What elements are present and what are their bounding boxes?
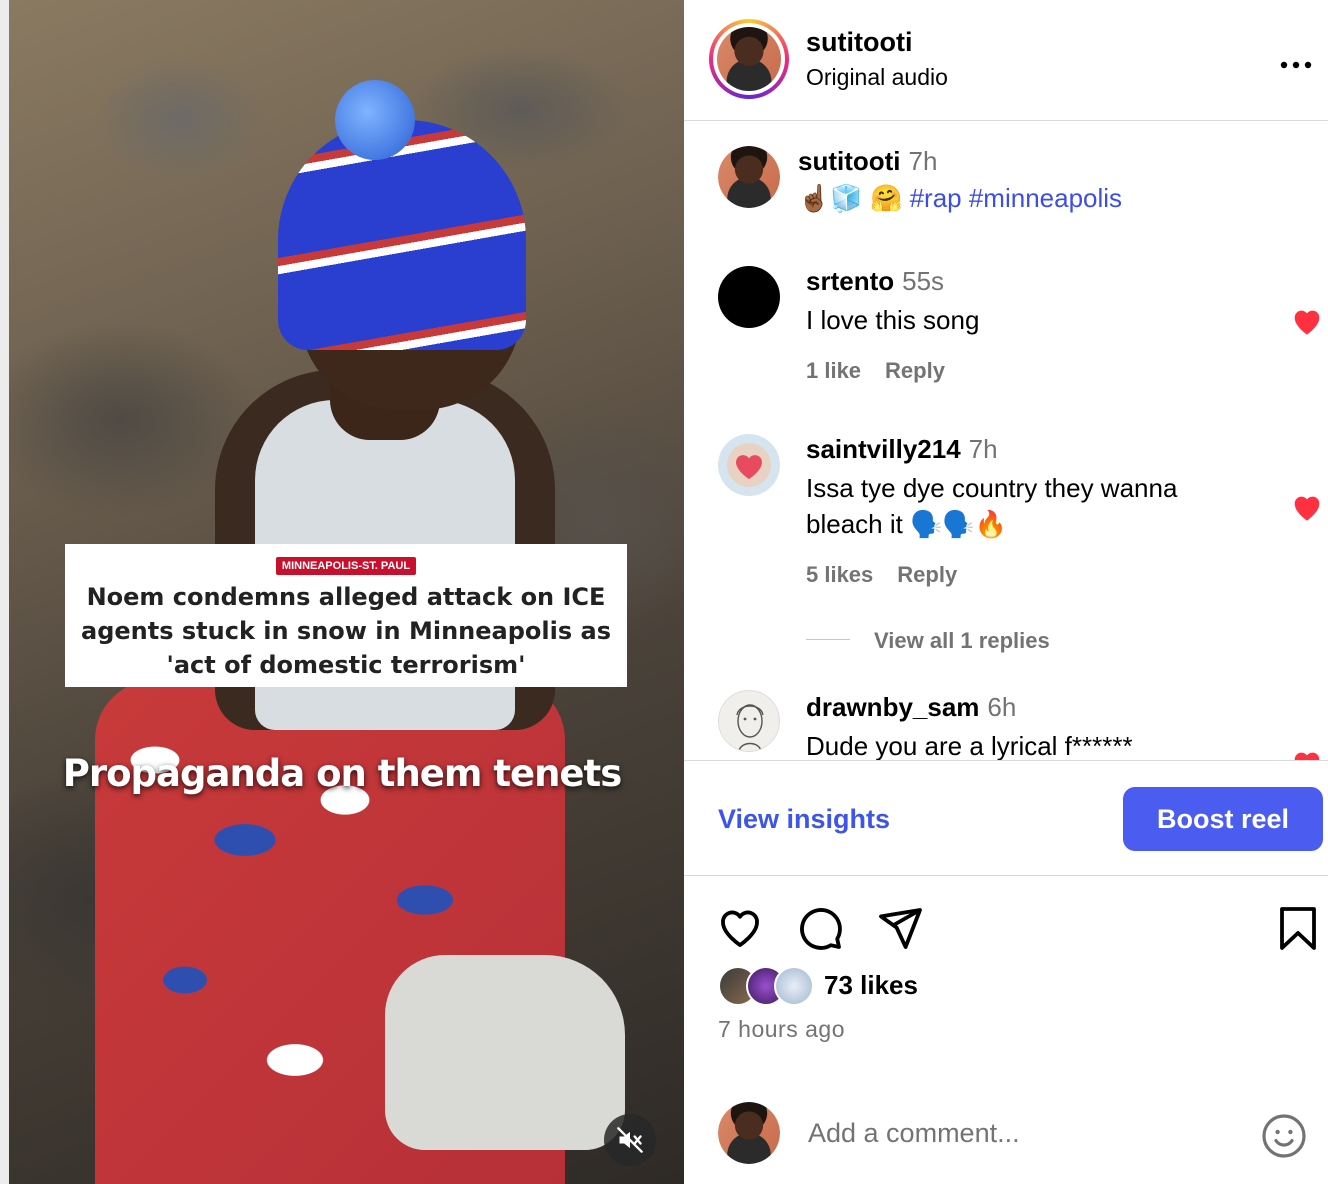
headline-text: Noem condemns alleged attack on ICE agen… [81, 583, 611, 679]
heart-outline-icon[interactable] [716, 904, 764, 952]
headline-tag: MINNEAPOLIS-ST. PAUL [275, 557, 417, 575]
video-caption-overlay: Propaganda on them tenets [62, 752, 623, 795]
comment-username[interactable]: drawnby_sam [806, 692, 979, 722]
avatar [718, 1102, 780, 1164]
comment-likes[interactable]: 5 likes [806, 562, 873, 587]
caption-header: sutitooti 7h [798, 146, 937, 177]
comment-meta: 1 like Reply [806, 358, 969, 384]
comment-like-heart-icon[interactable] [1290, 748, 1324, 760]
comment-like-heart-icon[interactable] [1290, 306, 1324, 336]
comment-meta: 5 likes Reply [806, 562, 981, 588]
commenter-avatar[interactable] [718, 266, 780, 328]
paper-plane-icon[interactable] [876, 904, 924, 952]
add-comment-bar: Add a comment... [684, 1090, 1328, 1184]
post-header: sutitooti Original audio [684, 0, 1328, 121]
video-left-edge [0, 0, 9, 1184]
bookmark-icon[interactable] [1274, 904, 1322, 952]
comment-like-heart-icon[interactable] [1290, 492, 1324, 522]
likes-count[interactable]: 73 likes [824, 970, 918, 1001]
insights-bar: View insights Boost reel [684, 760, 1328, 876]
audio-link[interactable]: Original audio [806, 64, 948, 91]
smiley-icon[interactable] [1260, 1112, 1308, 1160]
comment-time: 6h [987, 692, 1017, 722]
news-headline-card: MINNEAPOLIS-ST. PAUL Noem condemns alleg… [65, 544, 627, 687]
comment-likes[interactable]: 1 like [806, 358, 861, 383]
author-story-ring[interactable] [709, 19, 789, 99]
boost-reel-button[interactable]: Boost reel [1123, 787, 1323, 851]
posted-time[interactable]: 7 hours ago [718, 1016, 845, 1043]
comment-username[interactable]: saintvilly214 [806, 434, 961, 464]
caption-emojis: ☝🏾🧊 🤗 [798, 183, 903, 213]
add-comment-input[interactable]: Add a comment... [808, 1118, 1020, 1149]
caption-hashtags[interactable]: #rap #minneapolis [910, 183, 1122, 213]
commenter-avatar[interactable] [718, 434, 780, 496]
beanie-pompom [335, 80, 415, 160]
post-detail-panel: sutitooti Original audio sutitooti 7h ☝🏾🧊… [684, 0, 1328, 1184]
comment-text: I love this song [806, 305, 980, 335]
comment-header: drawnby_sam 6h [806, 692, 1016, 723]
avatar [774, 966, 814, 1006]
view-replies-button[interactable]: View all 1 replies [874, 628, 1050, 654]
caption-time: 7h [908, 146, 938, 176]
caption-avatar[interactable] [718, 146, 780, 208]
comment-time: 7h [968, 434, 998, 464]
mute-button[interactable] [604, 1114, 656, 1166]
comment-username[interactable]: srtento [806, 266, 894, 296]
caption-text: ☝🏾🧊 🤗 #rap #minneapolis [798, 180, 1122, 216]
comment-bubble-icon[interactable] [796, 904, 844, 952]
caption-username[interactable]: sutitooti [798, 146, 901, 176]
sketch-portrait-icon [736, 704, 764, 751]
current-user-avatar [718, 1102, 780, 1164]
speaker-muted-icon [617, 1127, 643, 1153]
view-insights-link[interactable]: View insights [718, 804, 890, 835]
replies-divider [806, 639, 850, 640]
comments-scroll[interactable]: sutitooti 7h ☝🏾🧊 🤗 #rap #minneapolis srte… [684, 122, 1328, 760]
reply-button[interactable]: Reply [897, 562, 957, 587]
heart-avatar-icon [718, 434, 780, 496]
white-sneaker [385, 955, 625, 1150]
comment-text: Issa tye dye country they wanna bleach i… [806, 473, 1178, 539]
reply-button[interactable]: Reply [885, 358, 945, 383]
author-username[interactable]: sutitooti [806, 27, 912, 58]
comment-text: Dude you are a lyrical f****** [806, 731, 1133, 760]
comment-header: saintvilly214 7h [806, 434, 998, 465]
comment-time: 55s [902, 266, 945, 296]
reel-video[interactable]: MINNEAPOLIS-ST. PAUL Noem condemns alleg… [0, 0, 684, 1184]
commenter-avatar[interactable] [718, 690, 780, 752]
beanie-hat [278, 120, 526, 350]
more-dots-icon [1280, 61, 1312, 69]
more-options-button[interactable] [1280, 44, 1312, 78]
avatar [717, 27, 781, 91]
avatar [718, 146, 780, 208]
comment-header: srtento 55s [806, 266, 944, 297]
